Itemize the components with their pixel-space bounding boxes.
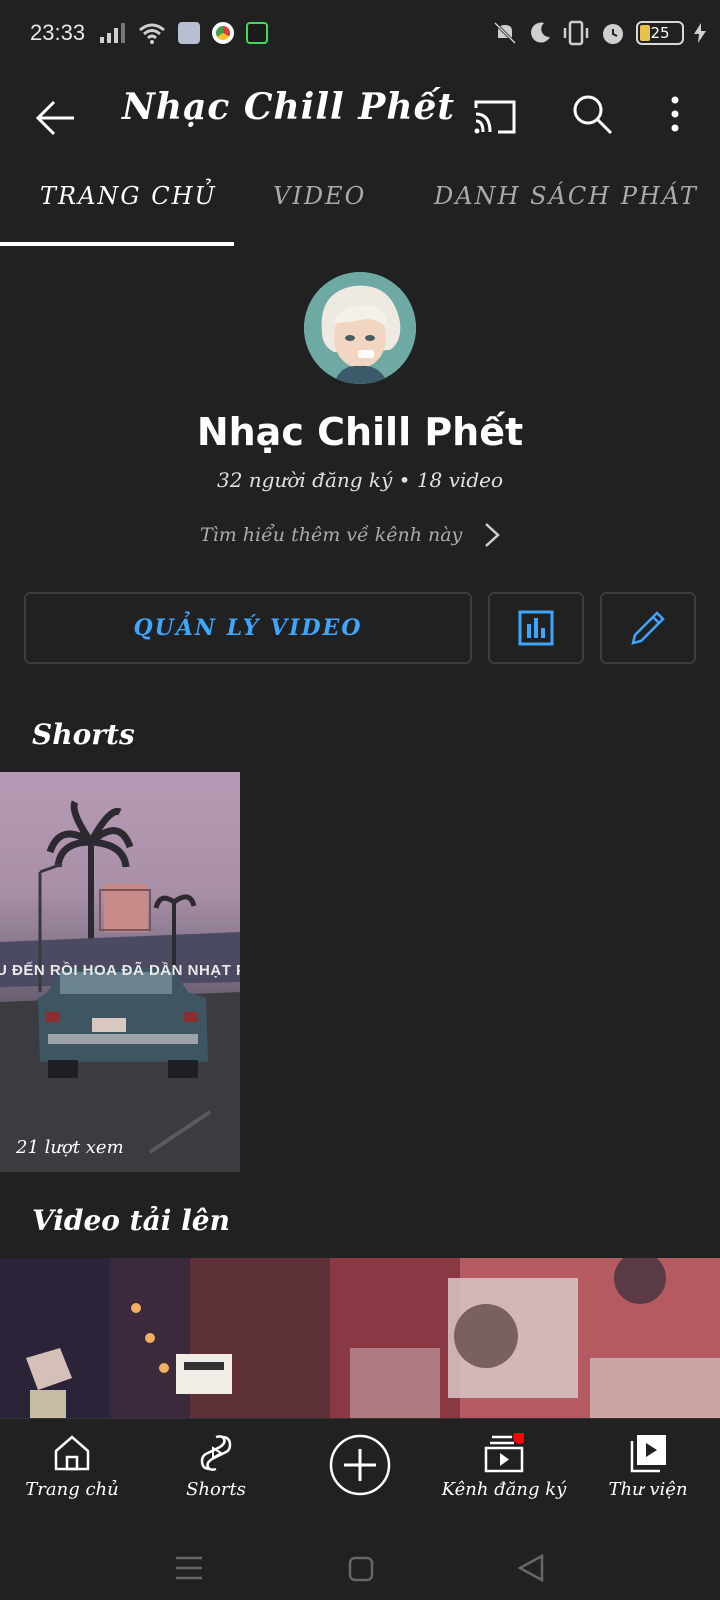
- manage-video-button[interactable]: QUẢN LÝ VIDEO: [24, 592, 472, 664]
- recents-icon[interactable]: [176, 1556, 202, 1580]
- vibrate-icon: [563, 20, 589, 46]
- channel-stats: 32 người đăng ký • 18 video: [216, 468, 504, 492]
- analytics-button[interactable]: [488, 592, 584, 664]
- short-video-thumbnail[interactable]: U ĐẾN RỒI HOA ĐÃ DẦN NHẠT P 21 lượt xem: [0, 772, 240, 1172]
- uploads-section-title: Video tải lên: [32, 1204, 230, 1237]
- short-overlay-text: U ĐẾN RỒI HOA ĐÃ DẦN NHẠT P: [0, 962, 240, 979]
- battery-level: 25: [650, 24, 670, 42]
- app-notification-icon: [178, 22, 200, 44]
- chevron-right-icon: [485, 523, 501, 547]
- signal-icon: [100, 23, 125, 43]
- subscriptions-icon: [484, 1433, 524, 1473]
- pencil-icon: [631, 611, 665, 645]
- nav-library[interactable]: Thư viện: [576, 1419, 720, 1527]
- battery-icon: 25: [636, 21, 684, 45]
- app-icon: [246, 22, 268, 44]
- tab-home[interactable]: TRANG CHỦ: [40, 182, 217, 210]
- home-icon: [54, 1435, 90, 1471]
- mute-icon: [493, 21, 517, 45]
- nav-library-label: Thư viện: [608, 1479, 688, 1500]
- bottom-navigation: Trang chủ Shorts Kênh đăng ký Thư viện: [0, 1418, 720, 1526]
- back-button-icon[interactable]: [518, 1554, 544, 1582]
- tab-indicator: [0, 242, 234, 246]
- home-button-icon[interactable]: [348, 1556, 374, 1582]
- shorts-icon: [200, 1435, 232, 1471]
- system-navigation-bar: [0, 1526, 720, 1600]
- library-icon: [630, 1435, 666, 1473]
- channel-avatar[interactable]: [304, 272, 416, 384]
- tab-playlists[interactable]: DANH SÁCH PHÁT: [434, 182, 698, 210]
- wifi-icon: [139, 23, 165, 44]
- moon-icon: [531, 22, 550, 43]
- manage-video-label: QUẢN LÝ VIDEO: [133, 615, 363, 641]
- channel-tabs: TRANG CHỦ VIDEO DANH SÁCH PHÁT: [0, 170, 720, 248]
- nav-create[interactable]: [288, 1419, 432, 1527]
- status-left-icons: [100, 22, 268, 44]
- nav-subscriptions-label: Kênh đăng ký: [441, 1479, 567, 1500]
- status-bar: 23:33 25: [0, 0, 720, 72]
- search-icon[interactable]: [570, 92, 614, 136]
- upload-thumbnail-image: [0, 1258, 720, 1418]
- cast-icon[interactable]: [472, 98, 518, 136]
- create-icon: [329, 1434, 391, 1496]
- nav-subscriptions[interactable]: Kênh đăng ký: [432, 1419, 576, 1527]
- nav-shorts-label: Shorts: [186, 1479, 246, 1500]
- channel-name: Nhạc Chill Phết: [196, 410, 524, 454]
- page-title: Nhạc Chill Phết: [122, 86, 456, 128]
- nav-home-label: Trang chủ: [25, 1479, 119, 1500]
- short-view-count: 21 lượt xem: [16, 1137, 124, 1158]
- analytics-icon: [518, 610, 554, 646]
- chrome-icon: [212, 22, 234, 44]
- more-options-icon[interactable]: [660, 92, 690, 136]
- app-bar: Nhạc Chill Phết: [0, 72, 720, 182]
- nav-shorts[interactable]: Shorts: [144, 1419, 288, 1527]
- charging-icon: [694, 23, 706, 43]
- back-arrow-icon[interactable]: [34, 96, 78, 140]
- alarm-icon: [603, 24, 623, 44]
- nav-home[interactable]: Trang chủ: [0, 1419, 144, 1527]
- tab-video[interactable]: VIDEO: [273, 182, 366, 210]
- learn-more-label: Tìm hiểu thêm về kênh này: [200, 524, 463, 546]
- edit-channel-button[interactable]: [600, 592, 696, 664]
- upload-video-thumbnail[interactable]: [0, 1258, 720, 1418]
- status-right-icons: 25: [492, 20, 706, 46]
- status-time: 23:33: [30, 20, 86, 45]
- learn-more-link[interactable]: Tìm hiểu thêm về kênh này: [200, 520, 520, 550]
- shorts-section-title: Shorts: [32, 718, 135, 751]
